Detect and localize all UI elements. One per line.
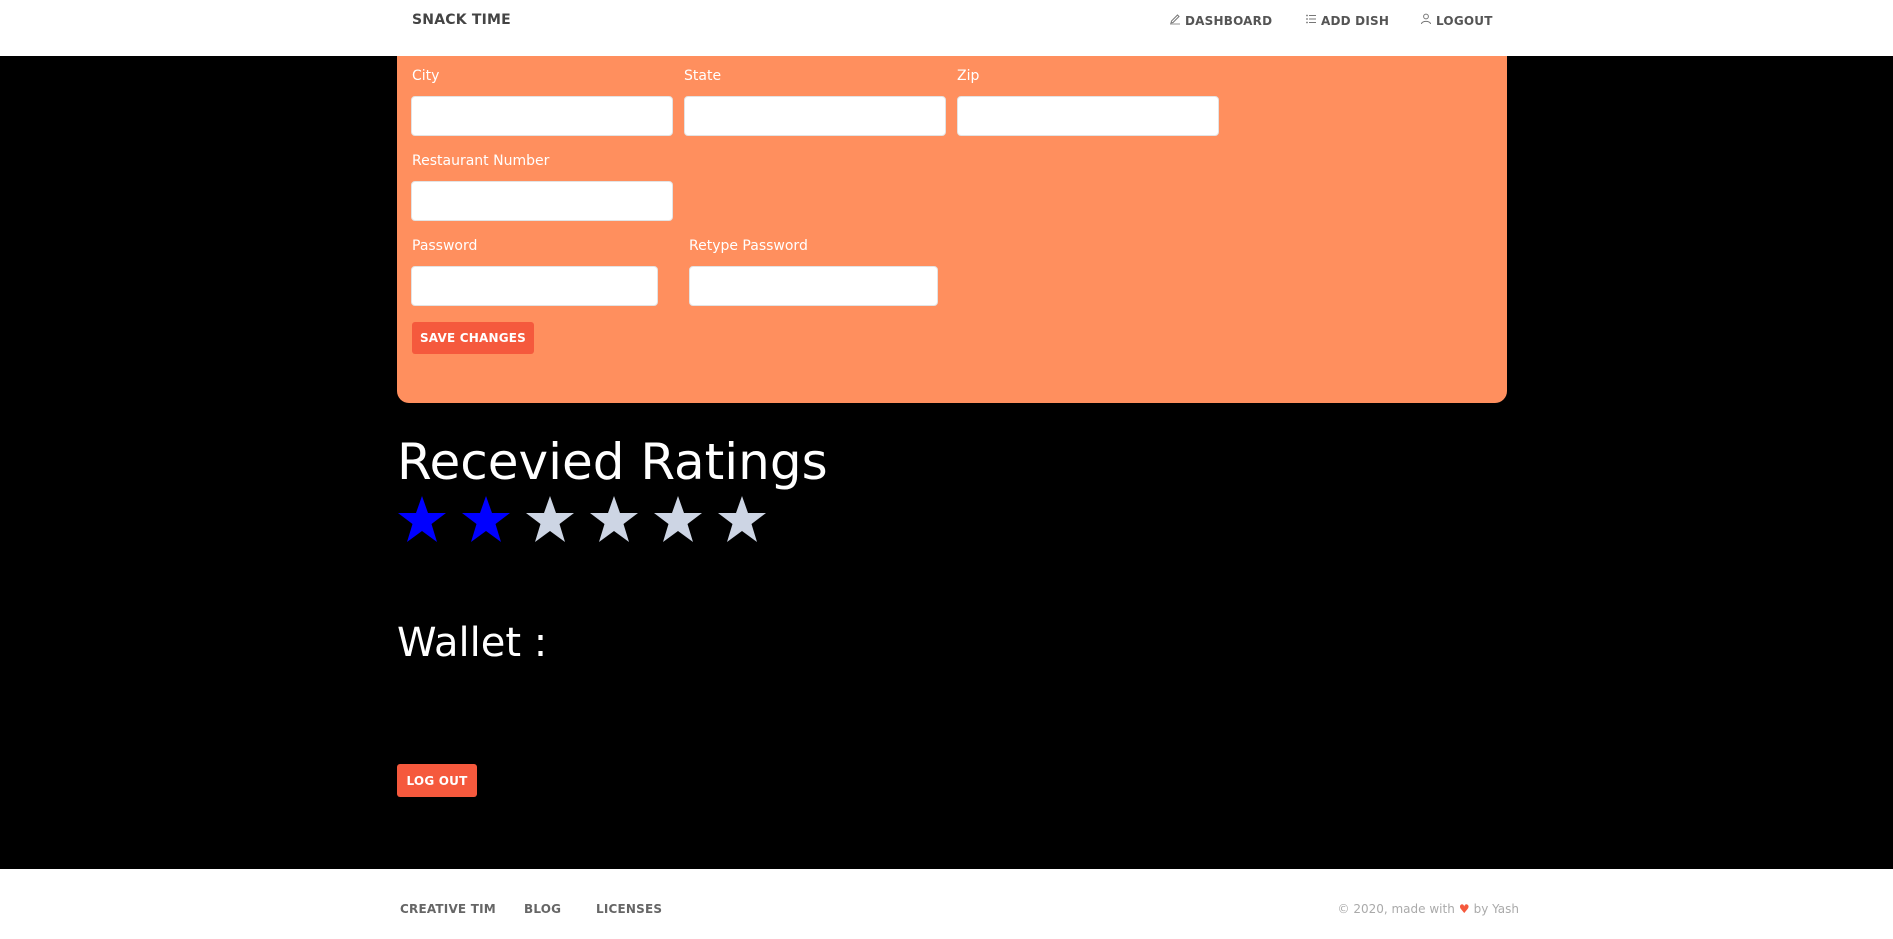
heart-icon: ♥ [1458,902,1470,916]
save-changes-button[interactable]: SAVE CHANGES [412,322,534,354]
brand-title[interactable]: SNACK TIME [412,12,511,28]
nav-add-dish-label: ADD DISH [1321,13,1390,28]
wallet-label: Wallet : [397,620,548,666]
footer-link-licenses[interactable]: LICENSES [596,902,662,916]
password-label: Password [412,238,478,254]
nav-logout[interactable]: LOGOUT [1420,13,1493,28]
pencil-icon [1169,13,1181,28]
star-icon[interactable] [461,494,511,544]
footer-link-blog[interactable]: BLOG [524,902,561,916]
star-icon[interactable] [397,494,447,544]
footer-link-creative-tim[interactable]: CREATIVE TIM [400,902,496,916]
retype-password-label: Retype Password [689,238,808,254]
star-icon[interactable] [525,494,575,544]
retype-password-input[interactable] [689,266,938,306]
log-out-button[interactable]: LOG OUT [397,764,477,797]
restaurant-number-input[interactable] [411,181,673,221]
nav-dashboard-label: DASHBOARD [1185,13,1273,28]
credit-prefix: © 2020, made with [1337,902,1455,916]
navbar: SNACK TIME DASHBOARD ADD DISH LOGOUT [0,0,1893,56]
star-icon[interactable] [653,494,703,544]
footer-credit: © 2020, made with ♥ by Yash [1338,902,1520,916]
zip-input[interactable] [957,96,1219,136]
password-input[interactable] [411,266,658,306]
state-input[interactable] [684,96,946,136]
nav-add-dish[interactable]: ADD DISH [1305,13,1389,28]
state-label: State [684,68,722,84]
city-label: City [412,68,440,84]
city-input[interactable] [411,96,673,136]
list-icon [1305,13,1317,28]
profile-form-card: City State Zip Restaurant Number Passwor… [397,56,1507,403]
restaurant-number-label: Restaurant Number [412,153,550,169]
nav-logout-label: LOGOUT [1436,13,1493,28]
credit-suffix: by Yash [1473,902,1519,916]
star-icon[interactable] [589,494,639,544]
user-icon [1420,13,1432,28]
zip-label: Zip [957,68,980,84]
star-icon[interactable] [717,494,767,544]
nav-dashboard[interactable]: DASHBOARD [1169,13,1272,28]
ratings-title: Recevied Ratings [397,433,828,491]
footer: CREATIVE TIM BLOG LICENSES © 2020, made … [0,869,1893,939]
